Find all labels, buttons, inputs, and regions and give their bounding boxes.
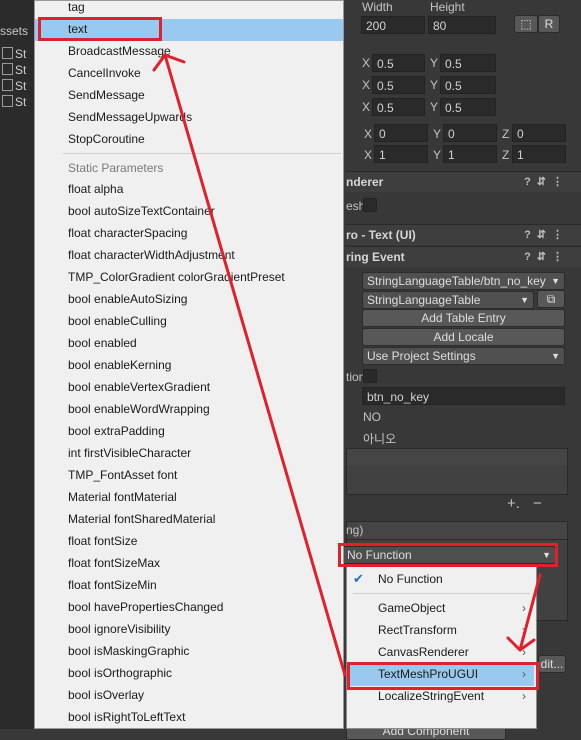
annotation-arrows [152,53,542,677]
arrow-to-textmeshpro [518,573,542,652]
arrow-to-text-item [163,53,347,677]
